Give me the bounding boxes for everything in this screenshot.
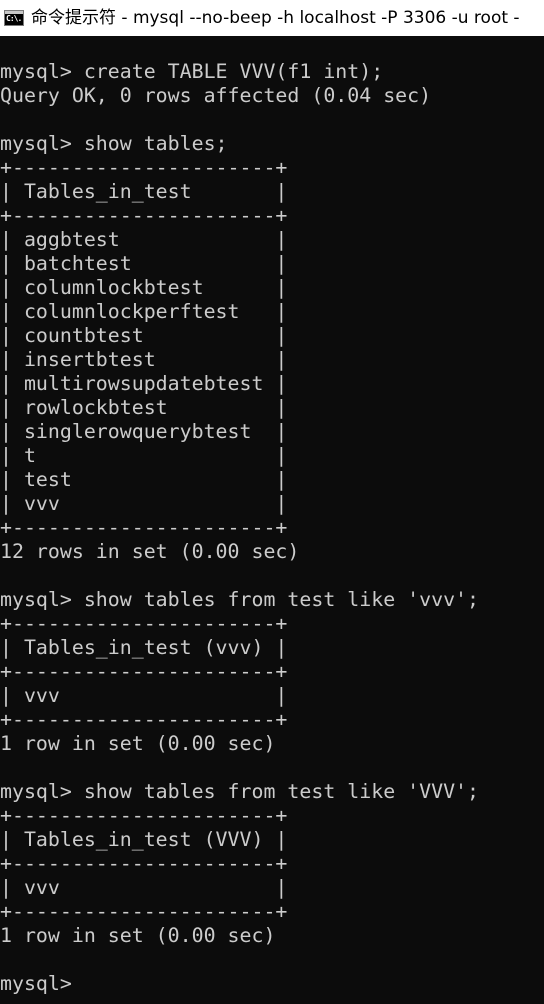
console-line: mysql> show tables from test like 'VVV'; xyxy=(0,780,480,803)
console-line: | rowlockbtest | xyxy=(0,396,288,419)
console-line: +----------------------+ xyxy=(0,660,288,683)
window-title: 命令提示符 - mysql --no-beep -h localhost -P … xyxy=(31,8,520,28)
console-line: mysql> xyxy=(0,972,84,995)
console-line: | columnlockperftest | xyxy=(0,300,288,323)
console-line: +----------------------+ xyxy=(0,804,288,827)
console-line: +----------------------+ xyxy=(0,852,288,875)
console-window: C:\. 命令提示符 - mysql --no-beep -h localhos… xyxy=(0,0,544,1004)
console-line: 1 row in set (0.00 sec) xyxy=(0,924,276,947)
console-line: | vvv | xyxy=(0,492,288,515)
console-line: | countbtest | xyxy=(0,324,288,347)
console-line: | test | xyxy=(0,468,288,491)
console-line: | vvv | xyxy=(0,876,288,899)
console-line: | multirowsupdatebtest | xyxy=(0,372,288,395)
console-line: | vvv | xyxy=(0,684,288,707)
console-line: | t | xyxy=(0,444,288,467)
console-line: | aggbtest | xyxy=(0,228,288,251)
console-line: 12 rows in set (0.00 sec) xyxy=(0,540,300,563)
console-line: | batchtest | xyxy=(0,252,288,275)
console-line: +----------------------+ xyxy=(0,612,288,635)
icon-glyph: C:\. xyxy=(6,14,22,23)
console-line: +----------------------+ xyxy=(0,516,288,539)
console-line: mysql> show tables; xyxy=(0,132,228,155)
command-prompt-icon: C:\. xyxy=(4,10,24,26)
console-line: mysql> show tables from test like 'vvv'; xyxy=(0,588,480,611)
console-line: mysql> create TABLE VVV(f1 int); xyxy=(0,60,384,83)
console-line: | Tables_in_test | xyxy=(0,180,288,203)
console-line: | singlerowquerybtest | xyxy=(0,420,288,443)
console-line: | columnlockbtest | xyxy=(0,276,288,299)
console-line: | Tables_in_test (VVV) | xyxy=(0,828,288,851)
console-line: 1 row in set (0.00 sec) xyxy=(0,732,276,755)
title-bar[interactable]: C:\. 命令提示符 - mysql --no-beep -h localhos… xyxy=(0,0,544,36)
console-line: | Tables_in_test (vvv) | xyxy=(0,636,288,659)
console-output[interactable]: mysql> create TABLE VVV(f1 int); Query OK… xyxy=(0,60,544,1004)
console-line: +----------------------+ xyxy=(0,708,288,731)
console-line: +----------------------+ xyxy=(0,156,288,179)
console-line: +----------------------+ xyxy=(0,204,288,227)
console-line: | insertbtest | xyxy=(0,348,288,371)
console-line: +----------------------+ xyxy=(0,900,288,923)
console-line: Query OK, 0 rows affected (0.04 sec) xyxy=(0,84,432,107)
